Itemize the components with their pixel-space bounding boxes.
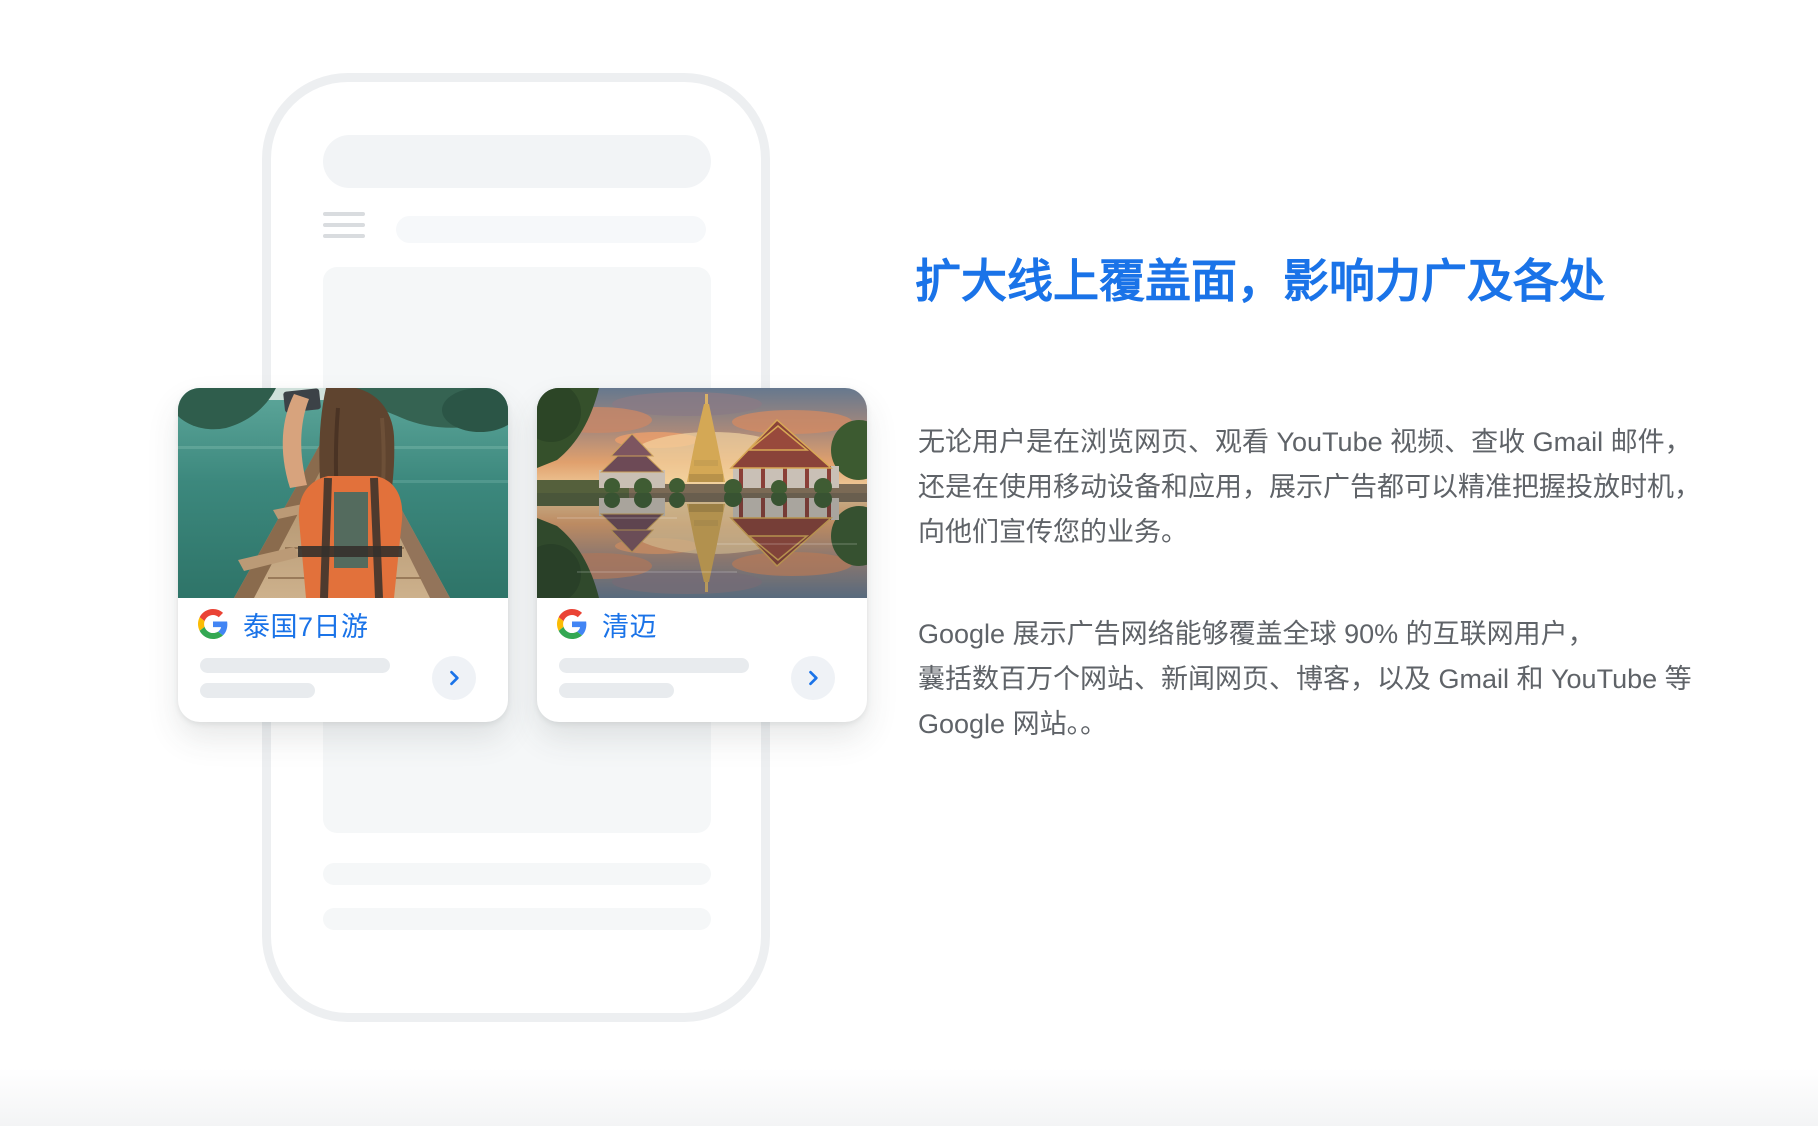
skeleton-text-line xyxy=(323,863,711,885)
ad-card-title: 泰国7日游 xyxy=(243,611,369,642)
display-network-section: 泰国7日游 清迈 扩大线上覆盖面，影响力广及各处 无论用户是在浏览网页、观看 Y… xyxy=(0,0,1818,1126)
ad-card-chiangmai: 清迈 xyxy=(537,388,867,722)
google-g-icon xyxy=(557,609,587,639)
skeleton-ad-line xyxy=(559,683,674,698)
skeleton-ad-line xyxy=(559,658,749,673)
chevron-right-button[interactable] xyxy=(791,656,835,700)
skeleton-header-bar xyxy=(323,135,711,188)
thailand-longtail-boat-photo xyxy=(178,388,508,598)
section-bottom-divider xyxy=(0,1068,1818,1126)
skeleton-ad-line xyxy=(200,683,315,698)
section-heading: 扩大线上覆盖面，影响力广及各处 xyxy=(915,255,1605,307)
ad-card-title: 清迈 xyxy=(602,611,657,642)
section-paragraph-1: 无论用户是在浏览网页、观看 YouTube 视频、查收 Gmail 邮件， 还是… xyxy=(918,427,1701,547)
chiang-mai-temple-reflection-photo xyxy=(537,388,867,598)
chevron-right-icon xyxy=(450,670,459,686)
skeleton-text-line xyxy=(323,908,711,930)
skeleton-search-bar xyxy=(396,216,706,243)
google-g-icon xyxy=(198,609,228,639)
hamburger-menu-icon xyxy=(323,212,365,238)
skeleton-ad-line xyxy=(200,658,390,673)
ad-card-thailand: 泰国7日游 xyxy=(178,388,508,722)
chevron-right-icon xyxy=(809,670,818,686)
chevron-right-button[interactable] xyxy=(432,656,476,700)
section-paragraph-2: Google 展示广告网络能够覆盖全球 90% 的互联网用户， 囊括数百万个网站… xyxy=(918,619,1692,739)
